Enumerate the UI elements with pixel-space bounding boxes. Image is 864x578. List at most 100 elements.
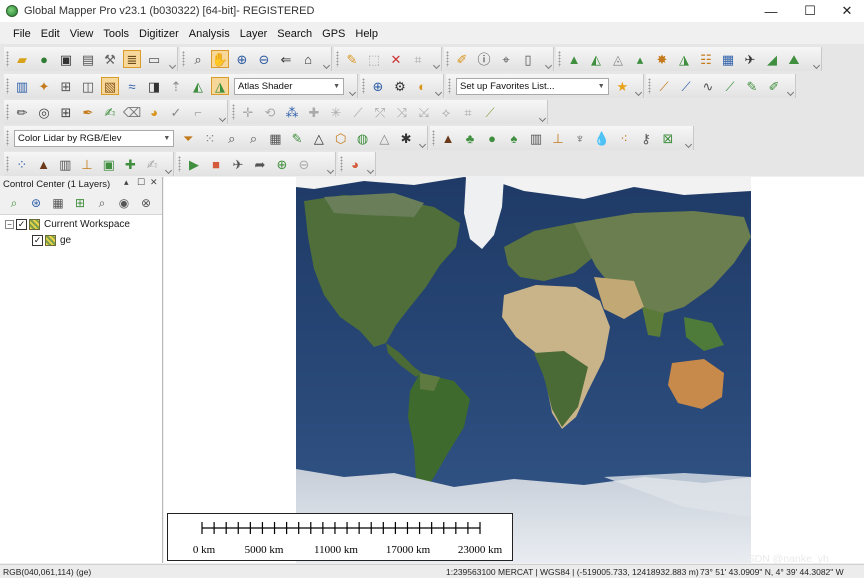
watershed-icon[interactable]: ✸ bbox=[653, 50, 671, 68]
node-icon[interactable]: ⁂ bbox=[283, 103, 301, 121]
fly-icon[interactable]: ✈ bbox=[229, 155, 247, 173]
feature-edit-icon[interactable]: ✐ bbox=[765, 77, 783, 95]
select-box-icon[interactable]: ⬚ bbox=[365, 50, 383, 68]
contrast-icon[interactable]: ◨ bbox=[145, 77, 163, 95]
digitize-icon[interactable]: ✎ bbox=[743, 77, 761, 95]
zoom-to-layer-icon[interactable]: ⌕ bbox=[5, 194, 23, 212]
forward-icon[interactable]: ➦ bbox=[251, 155, 269, 173]
menu-help[interactable]: Help bbox=[350, 28, 383, 40]
medium-veg-icon[interactable]: ● bbox=[483, 129, 501, 147]
snap-icon[interactable]: ⌐ bbox=[189, 103, 207, 121]
tower-model-icon[interactable]: ⊥ bbox=[78, 155, 96, 173]
menu-digitizer[interactable]: Digitizer bbox=[134, 28, 184, 40]
grid-lidar-icon[interactable]: ▦ bbox=[266, 129, 284, 147]
pie-globe-icon[interactable]: ◕ bbox=[347, 155, 363, 173]
maximize-button[interactable]: ☐ bbox=[791, 0, 829, 22]
save-icon[interactable]: ▣ bbox=[57, 50, 75, 68]
draw-tool-icon[interactable]: ✏ bbox=[13, 103, 31, 121]
noise-icon[interactable]: ⁖ bbox=[615, 129, 633, 147]
draw-line-icon[interactable]: ⟋ bbox=[655, 77, 673, 95]
water-level-icon[interactable]: ≈ bbox=[123, 77, 141, 95]
home-icon[interactable]: ⌂ bbox=[299, 50, 317, 68]
merge-icon[interactable]: ⟡ bbox=[437, 103, 455, 121]
layer-tools-icon[interactable]: ⊗ bbox=[137, 194, 155, 212]
menu-gps[interactable]: GPS bbox=[317, 28, 350, 40]
mesh-icon[interactable]: ▣ bbox=[100, 155, 118, 173]
export-icon[interactable]: ▤ bbox=[79, 50, 97, 68]
gps-device-icon[interactable]: ▯ bbox=[519, 50, 537, 68]
rotate-icon[interactable]: ⟲ bbox=[261, 103, 279, 121]
view-shed-icon[interactable]: ◬ bbox=[609, 50, 627, 68]
menu-file[interactable]: File bbox=[8, 28, 36, 40]
map-view[interactable]: 0 km 5000 km 11000 km 17000 km 23000 km bbox=[164, 177, 864, 563]
cloud-icon[interactable]: ⬡ bbox=[332, 129, 350, 147]
favorites-select[interactable]: Set up Favorites List... ▼ bbox=[456, 77, 609, 95]
lidar-select[interactable]: Color Lidar by RGB/Elev ▼ bbox=[14, 129, 175, 147]
triangle-icon[interactable]: △ bbox=[310, 129, 328, 147]
overlay-control-icon[interactable]: ▥ bbox=[13, 77, 31, 95]
draw-area-icon[interactable]: ⟋ bbox=[721, 77, 739, 95]
sun-icon[interactable]: ◐ bbox=[413, 77, 431, 95]
measure-line-icon[interactable]: ⟋ bbox=[481, 103, 499, 121]
menu-view[interactable]: View bbox=[65, 28, 99, 40]
combine-terrain-icon[interactable]: ⛰ bbox=[785, 50, 803, 68]
wrench-icon[interactable]: ⚒ bbox=[101, 50, 119, 68]
collapse-toggle[interactable]: − bbox=[5, 220, 14, 229]
menu-analysis[interactable]: Analysis bbox=[184, 28, 235, 40]
low-veg-icon[interactable]: ♣ bbox=[461, 129, 479, 147]
path-profile-icon[interactable]: ⌖ bbox=[497, 50, 515, 68]
remove-waypoint-icon[interactable]: ⊖ bbox=[295, 155, 313, 173]
circle-target-icon[interactable]: ◎ bbox=[35, 103, 53, 121]
tower-icon[interactable]: ♆ bbox=[571, 129, 589, 147]
pin-icon[interactable]: ▴ bbox=[124, 177, 129, 188]
layer-checkbox[interactable]: ✓ bbox=[32, 235, 43, 246]
shader-select[interactable]: Atlas Shader ▼ bbox=[234, 77, 344, 95]
shapes-icon[interactable]: ◕ bbox=[145, 103, 163, 121]
volume-icon[interactable]: ▴ bbox=[631, 50, 649, 68]
join-icon[interactable]: ⤱ bbox=[371, 103, 389, 121]
info-icon[interactable]: ⓘ bbox=[475, 50, 493, 68]
menu-layer[interactable]: Layer bbox=[235, 28, 273, 40]
eraser-icon[interactable]: ⌫ bbox=[123, 103, 141, 121]
profile-lidar-icon[interactable]: △ bbox=[375, 129, 393, 147]
feature-icon[interactable]: ✦ bbox=[35, 77, 53, 95]
shader-mode-icon[interactable]: ▧ bbox=[101, 77, 119, 95]
menu-search[interactable]: Search bbox=[272, 28, 317, 40]
search-layer-icon[interactable]: ⌕ bbox=[93, 194, 111, 212]
pen-tool-icon[interactable]: ✒ bbox=[79, 103, 97, 121]
back-arrow-icon[interactable]: ⇐ bbox=[277, 50, 295, 68]
zoom-in-icon[interactable]: ⊕ bbox=[233, 50, 251, 68]
search-lidar-icon[interactable]: ⌕ bbox=[223, 129, 241, 147]
globe-icon[interactable]: ● bbox=[35, 50, 53, 68]
buffer-icon[interactable]: ⤩ bbox=[415, 103, 433, 121]
ruler-icon[interactable]: ⊞ bbox=[57, 103, 75, 121]
pan-hand-icon[interactable]: ✋ bbox=[211, 50, 229, 68]
draw-path-icon[interactable]: ⟋ bbox=[677, 77, 695, 95]
measure-icon[interactable]: ✐ bbox=[453, 50, 471, 68]
slope-icon[interactable]: ◢ bbox=[763, 50, 781, 68]
layer-options-icon[interactable]: ⊞ bbox=[71, 194, 89, 212]
move-vertex-icon[interactable]: ✛ bbox=[239, 103, 257, 121]
close-button[interactable]: ✕ bbox=[828, 0, 864, 22]
play-icon[interactable]: ▶ bbox=[185, 155, 203, 173]
point-icon[interactable]: ⊞ bbox=[57, 77, 75, 95]
chart-icon[interactable]: ▥ bbox=[56, 155, 74, 173]
water-icon[interactable]: 💧 bbox=[593, 129, 611, 147]
pole-icon[interactable]: ⊥ bbox=[549, 129, 567, 147]
brush-model-icon[interactable]: ✍ bbox=[143, 155, 161, 173]
window-icon[interactable]: ▭ bbox=[145, 50, 163, 68]
attribute-table-icon[interactable]: ▦ bbox=[49, 194, 67, 212]
hillshade-icon[interactable]: ◭ bbox=[189, 77, 207, 95]
elevation-icon[interactable]: ⇡ bbox=[167, 77, 185, 95]
atlas-shader-icon[interactable]: ◮ bbox=[211, 77, 229, 95]
points-3d-icon[interactable]: ⁘ bbox=[13, 155, 31, 173]
3d-view-icon[interactable]: ⊕ bbox=[369, 77, 387, 95]
brush-icon[interactable]: ✍ bbox=[101, 103, 119, 121]
select-zoom-icon[interactable]: ⌕ bbox=[189, 50, 207, 68]
check-tool-icon[interactable]: ✓ bbox=[167, 103, 185, 121]
box-3d-icon[interactable]: ◫ bbox=[79, 77, 97, 95]
layers-icon[interactable]: ≣ bbox=[123, 50, 141, 68]
metadata-icon[interactable]: ⊛ bbox=[27, 194, 45, 212]
stop-icon[interactable]: ■ bbox=[207, 155, 225, 173]
tiles-icon[interactable]: ✚ bbox=[122, 155, 140, 173]
